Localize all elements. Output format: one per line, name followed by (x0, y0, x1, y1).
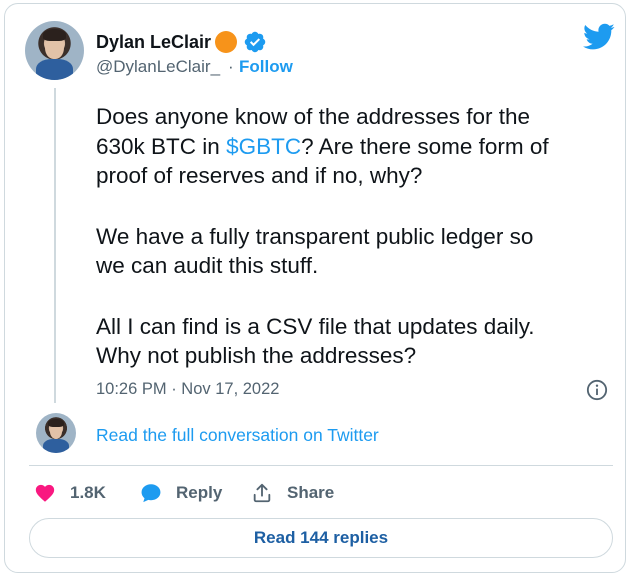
share-upload-icon (253, 483, 271, 503)
tweet-text-line: Why not publish the addresses? (96, 341, 616, 371)
tweet-card: Dylan LeClair @DylanLeClair_ · Follow Do… (4, 3, 626, 573)
divider (29, 465, 613, 466)
like-count: 1.8K (70, 483, 106, 502)
tweet-timestamp[interactable]: 10:26 PM · Nov 17, 2022 (96, 380, 279, 399)
tweet-text-segment: Does anyone know of the addresses for th… (96, 104, 531, 129)
author-name[interactable]: Dylan LeClair (96, 32, 211, 53)
thread-line (54, 88, 56, 403)
verified-badge-icon (244, 31, 266, 53)
tweet-text-segment: 630k BTC in (96, 133, 227, 159)
author-avatar[interactable] (25, 21, 84, 80)
reply-avatar[interactable] (36, 413, 76, 453)
author-handle[interactable]: @DylanLeClair_ (96, 57, 220, 77)
tweet-text-segment: All I can find is a CSV file that update… (96, 313, 535, 339)
heart-icon (35, 484, 55, 502)
speech-bubble-icon (141, 484, 161, 503)
bitcoin-badge-icon (215, 31, 237, 53)
tweet-text-line: Does anyone know of the addresses for th… (96, 102, 616, 132)
tweet-text-line: proof of reserves and if no, why? (96, 161, 616, 191)
tweet-text-segment: we can audit this stuff. (96, 253, 319, 278)
tweet-text-line: We have a fully transparent public ledge… (96, 222, 616, 252)
reply-button[interactable]: Reply (140, 480, 222, 506)
tweet-text-line: we can audit this stuff. (96, 251, 616, 281)
cashtag-link[interactable]: $GBTC (226, 134, 301, 159)
tweet-text: Does anyone know of the addresses for th… (96, 102, 616, 371)
tweet-text-segment: ? Are there some form of (301, 133, 549, 159)
tweet-text-segment: We have a fully transparent public ledge… (96, 223, 534, 249)
share-button[interactable]: Share (251, 480, 334, 506)
read-replies-button[interactable]: Read 144 replies (29, 518, 613, 558)
read-conversation-link[interactable]: Read the full conversation on Twitter (96, 425, 379, 446)
handle-separator: · (228, 57, 234, 76)
tweet-text-segment: proof of reserves and if no, why? (96, 163, 423, 188)
tweet-text-line: 630k BTC in $GBTC? Are there some form o… (96, 132, 616, 162)
twitter-bird-icon[interactable] (583, 23, 615, 51)
follow-button[interactable]: Follow (239, 57, 293, 77)
share-label: Share (287, 483, 335, 502)
reply-label: Reply (176, 483, 223, 502)
tweet-text-line: All I can find is a CSV file that update… (96, 312, 616, 342)
tweet-text-segment: Why not publish the addresses? (96, 343, 417, 368)
like-button[interactable]: 1.8K (34, 480, 106, 506)
info-icon[interactable] (586, 379, 608, 401)
